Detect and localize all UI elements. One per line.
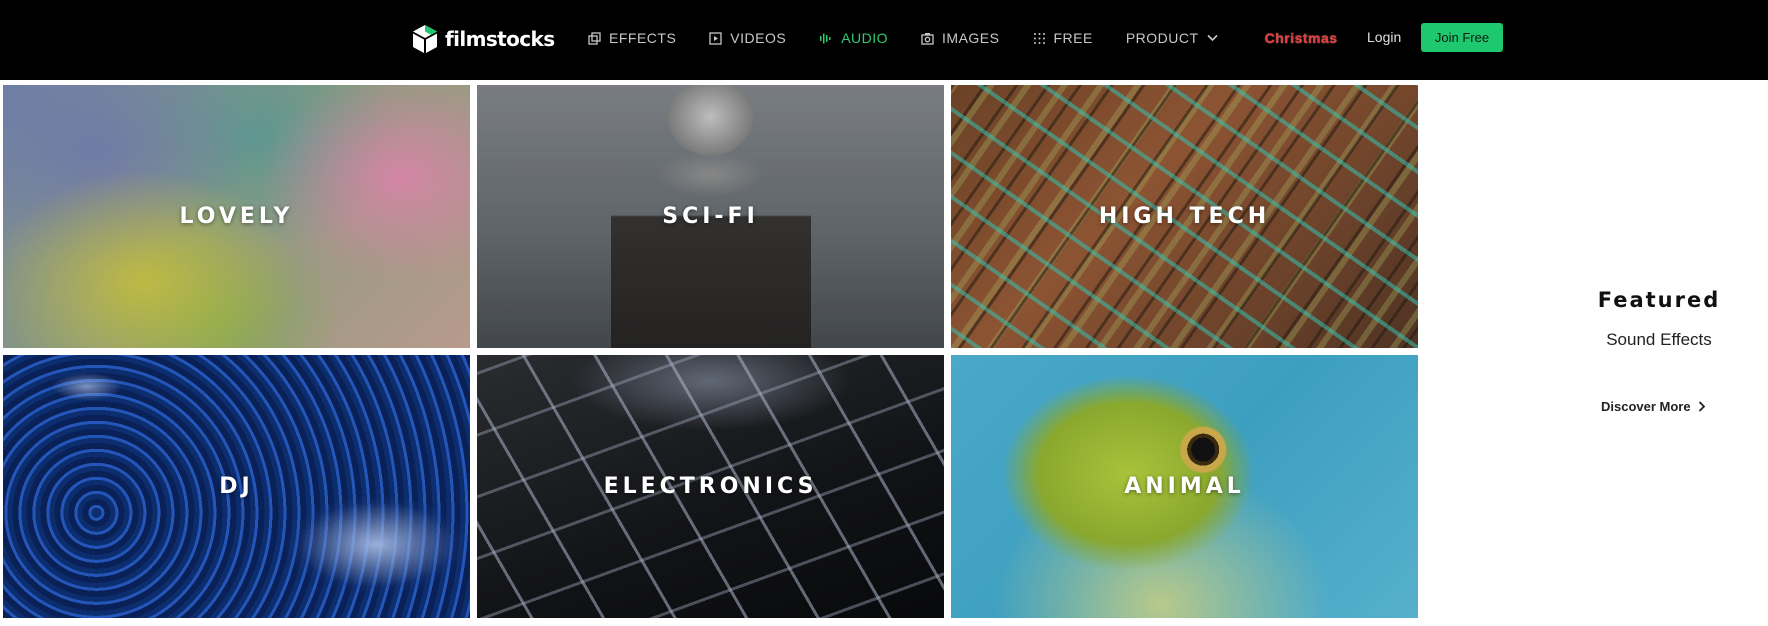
featured-subheading: Sound Effects (1606, 330, 1712, 349)
nav-item-free[interactable]: FREE (1033, 30, 1093, 46)
brand-name: filmstocks (445, 27, 555, 51)
category-tile-animal[interactable]: ANIMAL (951, 355, 1418, 618)
tile-label-animal: ANIMAL (1124, 474, 1245, 499)
nav-label-images: IMAGES (942, 30, 1000, 46)
nav-item-images[interactable]: IMAGES (921, 30, 999, 46)
discover-more-label: Discover More (1601, 398, 1691, 414)
join-free-button[interactable]: Join Free (1421, 23, 1503, 52)
filmstocks-logo[interactable]: filmstocks (412, 24, 555, 54)
nav-item-product[interactable]: PRODUCT (1126, 30, 1218, 46)
effects-icon (588, 31, 601, 45)
featured-heading: Featured (1597, 288, 1721, 312)
discover-more-link[interactable]: Discover More (1601, 396, 1705, 416)
main-nav: EFFECTS VIDEOS AUDIO IMAGES FREE PRODUCT… (588, 26, 1338, 50)
tile-label-dj: DJ (219, 474, 254, 499)
tile-label-high-tech: HIGH TECH (1098, 204, 1271, 229)
nav-item-videos[interactable]: VIDEOS (709, 30, 786, 46)
tile-label-electronics: ELECTRONICS (603, 474, 818, 499)
chevron-right-icon (1698, 400, 1705, 412)
category-tile-lovely[interactable]: LOVELY (3, 85, 470, 348)
nav-label-effects: EFFECTS (609, 30, 677, 46)
audio-wave-icon (820, 33, 831, 43)
tile-label-lovely: LOVELY (179, 204, 294, 229)
category-tile-dj[interactable]: DJ (3, 355, 470, 618)
tile-label-sci-fi: SCI-FI (662, 204, 759, 229)
camera-icon (921, 32, 934, 45)
nav-item-christmas-promo[interactable]: Christmas (1265, 30, 1338, 46)
filmstocks-logo-icon (413, 25, 437, 53)
category-tile-electronics[interactable]: ELECTRONICS (477, 355, 944, 618)
nav-label-product: PRODUCT (1125, 30, 1199, 46)
top-navigation-bar: filmstocks EFFECTS VIDEOS AUDIO IMAGES F… (0, 0, 1768, 80)
login-link[interactable]: Login (1367, 29, 1401, 45)
nav-label-audio: AUDIO (841, 30, 889, 46)
nav-item-audio[interactable]: AUDIO (819, 30, 888, 46)
chevron-down-icon (1207, 34, 1218, 42)
nav-item-effects[interactable]: EFFECTS (588, 30, 676, 46)
nav-label-videos: VIDEOS (730, 30, 787, 46)
category-tile-high-tech[interactable]: HIGH TECH (951, 85, 1418, 348)
nav-label-free: FREE (1053, 30, 1093, 46)
category-tile-sci-fi[interactable]: SCI-FI (477, 85, 944, 348)
play-square-icon (709, 31, 722, 45)
grid-dots-icon (1033, 32, 1045, 44)
